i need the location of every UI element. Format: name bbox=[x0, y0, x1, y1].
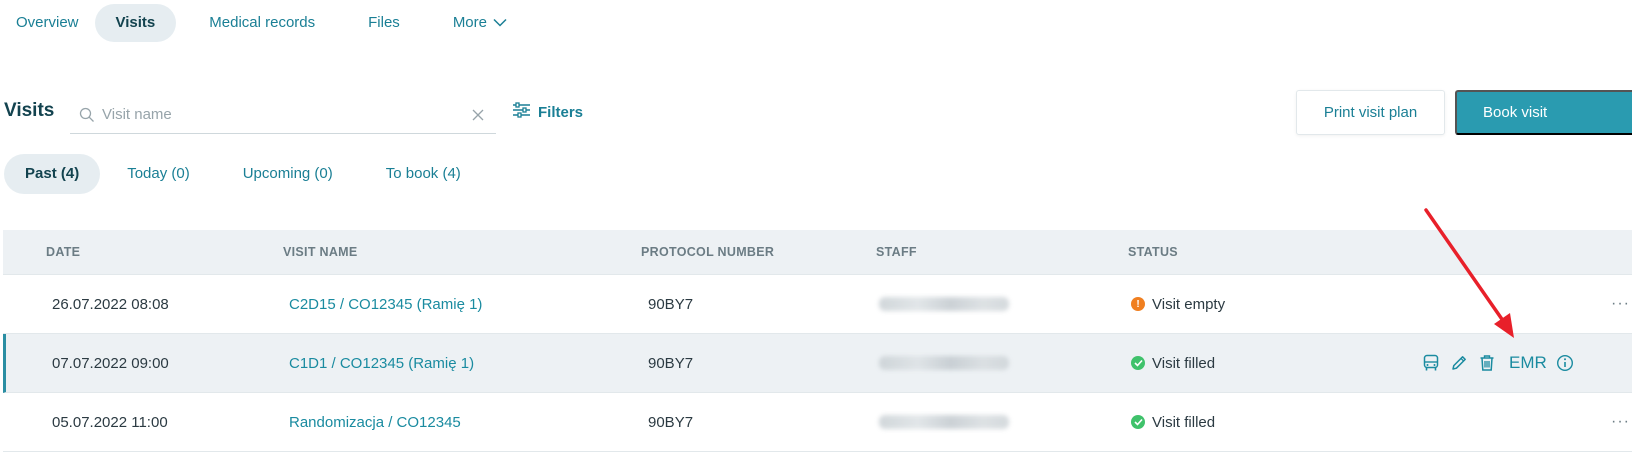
visit-date: 26.07.2022 08:08 bbox=[52, 295, 169, 313]
protocol-number: 90BY7 bbox=[648, 295, 694, 313]
more-icon[interactable]: ··· bbox=[1611, 393, 1630, 451]
filters-button[interactable]: Filters bbox=[512, 102, 583, 122]
column-header-staff[interactable]: STAFF bbox=[876, 245, 917, 259]
visit-name-link[interactable]: C2D15 / CO12345 (Ramię 1) bbox=[289, 275, 482, 333]
chevron-down-icon bbox=[493, 4, 507, 42]
tab-medical-records[interactable]: Medical records bbox=[193, 4, 331, 42]
tab-past[interactable]: Past (4) bbox=[4, 154, 101, 194]
emr-link[interactable]: EMR bbox=[1509, 353, 1547, 373]
visit-date: 07.07.2022 09:00 bbox=[52, 354, 169, 372]
print-visit-plan-button[interactable]: Print visit plan bbox=[1296, 90, 1445, 135]
search-input[interactable] bbox=[102, 99, 468, 130]
clear-icon[interactable] bbox=[468, 105, 488, 125]
filters-icon bbox=[512, 102, 531, 122]
visit-date: 05.07.2022 11:00 bbox=[52, 413, 168, 431]
staff-name-redacted bbox=[879, 275, 1009, 333]
row-actions: EMR bbox=[1421, 334, 1575, 392]
staff-name-redacted bbox=[879, 334, 1009, 392]
tab-today[interactable]: Today (0) bbox=[107, 154, 210, 194]
search-icon bbox=[78, 106, 96, 124]
tab-more-label: More bbox=[452, 14, 487, 31]
search-bar bbox=[70, 96, 496, 134]
protocol-number: 90BY7 bbox=[648, 413, 694, 431]
visits-table: DATE VISIT NAME PROTOCOL NUMBER STAFF ST… bbox=[3, 230, 1632, 452]
visit-name-link[interactable]: Randomizacja / CO12345 bbox=[289, 393, 461, 451]
info-icon[interactable] bbox=[1555, 353, 1575, 373]
table-row[interactable]: 05.07.2022 11:00 Randomizacja / CO12345 … bbox=[3, 393, 1632, 452]
redacted-text bbox=[879, 415, 1009, 429]
staff-name-redacted bbox=[879, 393, 1009, 451]
tab-more[interactable]: More bbox=[437, 4, 523, 42]
bus-icon[interactable] bbox=[1421, 353, 1441, 373]
tab-upcoming[interactable]: Upcoming (0) bbox=[223, 154, 353, 194]
status-cell: Visit filled bbox=[1131, 393, 1215, 451]
tab-files[interactable]: Files bbox=[352, 4, 416, 42]
protocol-number: 90BY7 bbox=[648, 354, 694, 372]
page-title: Visits bbox=[4, 100, 55, 121]
redacted-text bbox=[879, 297, 1009, 311]
status-cell: ! Visit empty bbox=[1131, 275, 1225, 333]
visit-name-link[interactable]: C1D1 / CO12345 (Ramię 1) bbox=[289, 334, 474, 392]
visit-filter-tabs: Past (4) Today (0) Upcoming (0) To book … bbox=[4, 154, 481, 194]
pencil-icon[interactable] bbox=[1449, 353, 1469, 373]
status-label: Visit filled bbox=[1152, 413, 1216, 431]
column-header-date[interactable]: DATE bbox=[46, 245, 80, 259]
check-circle-icon bbox=[1131, 415, 1145, 429]
redacted-text bbox=[879, 356, 1009, 370]
column-header-visit-name[interactable]: VISIT NAME bbox=[283, 245, 358, 259]
trash-icon[interactable] bbox=[1477, 353, 1497, 373]
top-nav: Overview Visits Medical records Files Mo… bbox=[0, 4, 523, 42]
table-row[interactable]: 26.07.2022 08:08 C2D15 / CO12345 (Ramię … bbox=[3, 275, 1632, 334]
column-header-protocol-number[interactable]: PROTOCOL NUMBER bbox=[641, 245, 774, 259]
tab-to-book[interactable]: To book (4) bbox=[366, 154, 481, 194]
table-row-selected[interactable]: 07.07.2022 09:00 C1D1 / CO12345 (Ramię 1… bbox=[3, 334, 1632, 393]
check-circle-icon bbox=[1131, 356, 1145, 370]
column-header-status[interactable]: STATUS bbox=[1128, 245, 1178, 259]
status-cell: Visit filled bbox=[1131, 334, 1215, 392]
status-label: Visit empty bbox=[1152, 295, 1226, 313]
more-icon[interactable]: ··· bbox=[1611, 275, 1630, 333]
tab-visits[interactable]: Visits bbox=[94, 4, 177, 42]
table-header: DATE VISIT NAME PROTOCOL NUMBER STAFF ST… bbox=[3, 230, 1632, 275]
status-label: Visit filled bbox=[1152, 354, 1216, 372]
filters-label: Filters bbox=[538, 103, 584, 121]
tab-overview[interactable]: Overview bbox=[0, 4, 95, 42]
warning-icon: ! bbox=[1131, 297, 1145, 311]
book-visit-button[interactable]: Book visit bbox=[1455, 90, 1632, 135]
